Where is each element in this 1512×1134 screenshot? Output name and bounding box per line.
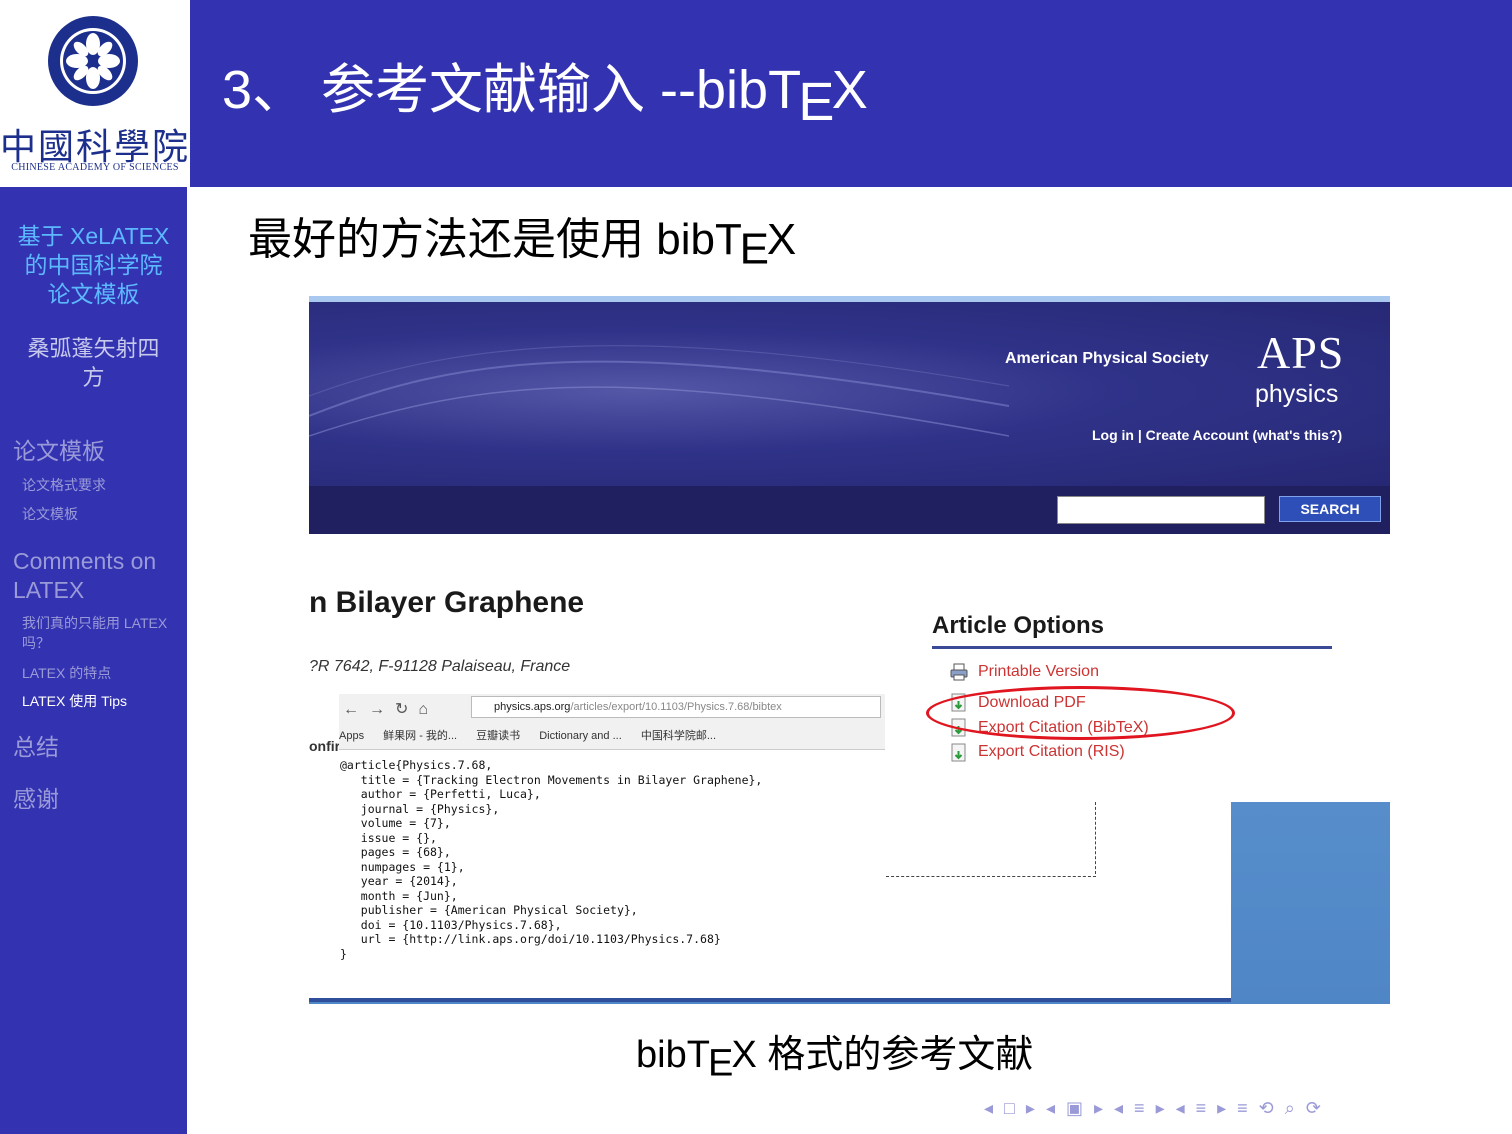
sidebar-title-line: 的中国科学院	[24, 252, 163, 278]
reload-icon[interactable]: ↻	[395, 701, 418, 718]
bookmark-xianguo[interactable]: 鲜果网 - 我的...	[383, 730, 457, 742]
truncated-text: onfir	[309, 738, 341, 754]
sidebar-sub-only-latex[interactable]: 我们真的只能用 LATEX 吗？	[22, 613, 167, 653]
bibtex-entry: @article{Physics.7.68, title = {Tracking…	[340, 758, 763, 961]
article-affiliation: ?R 7642, F-91128 Palaiseau, France	[309, 658, 571, 675]
bookmark-dictionary[interactable]: Dictionary and ...	[539, 730, 622, 742]
aps-banner	[309, 296, 1390, 486]
sidebar-sub-template[interactable]: 论文模板	[22, 504, 78, 524]
banner-swoosh-graphic	[309, 345, 1009, 437]
slide-title-prefix: 3、 参考文献输入 --bibT	[222, 60, 802, 120]
browser-nav-buttons[interactable]: ←→↻⌂	[343, 699, 438, 719]
sidebar-author-line: 桑弧蓬矢射四	[27, 336, 160, 361]
bookmarks-bar: Apps 鲜果网 - 我的... 豆瓣读书 Dictionary and ...…	[339, 724, 885, 748]
sidebar-section-comments[interactable]: Comments on LATEX	[13, 547, 156, 605]
bookmark-douban[interactable]: 豆瓣读书	[476, 730, 520, 742]
sidebar-section-line: Comments on	[13, 548, 157, 574]
address-bar[interactable]: physics.aps.org/articles/export/10.1103/…	[471, 696, 881, 718]
beamer-navigation-icons[interactable]: ◂ □ ▸ ◂ ▣ ▸ ◂ ≡ ▸ ◂ ≡ ▸ ≡ ⟲ ⌕ ⟳	[984, 1098, 1324, 1119]
article-options-title: Article Options	[932, 612, 1105, 639]
caption-prefix: bibT	[636, 1034, 710, 1076]
figure-caption: bibTEX 格式的参考文献	[636, 1030, 1034, 1084]
aps-logo[interactable]: APS	[1257, 326, 1344, 379]
slide-title: 3、 参考文献输入 --bibTEX	[222, 50, 868, 132]
sidebar-section-thanks[interactable]: 感谢	[13, 785, 59, 814]
sidebar-author-line: 方	[82, 365, 105, 390]
export-ris-link[interactable]: Export Citation (RIS)	[978, 743, 1125, 761]
bookmark-apps[interactable]: Apps	[339, 730, 364, 742]
slide-title-x: X	[831, 60, 868, 120]
aps-screenshot: American Physical Society APS physics Lo…	[309, 296, 1390, 1004]
sidebar-section-line: LATEX	[13, 577, 85, 603]
sidebar-sub-line: 吗？	[22, 635, 50, 651]
search-button[interactable]: SEARCH	[1279, 496, 1381, 522]
bookmark-cas-mail[interactable]: 中国科学院邮...	[641, 730, 716, 742]
aps-society-name: American Physical Society	[1005, 350, 1209, 367]
browser-toolbar: ←→↻⌂ physics.aps.org/articles/export/10.…	[339, 694, 885, 750]
dotted-border-vertical	[1095, 802, 1096, 874]
sidebar-author: 桑弧蓬矢射四 方	[0, 334, 187, 392]
dotted-border-horizontal	[886, 876, 1096, 877]
body-e: E	[739, 224, 769, 274]
ris-export-icon	[951, 743, 966, 762]
sidebar-sub-latex-tips[interactable]: LATEX 使用 Tips	[22, 691, 127, 711]
caption-e: E	[708, 1042, 734, 1085]
aps-physics-logo[interactable]: physics	[1255, 380, 1338, 409]
sidebar-sub-format-requirements[interactable]: 论文格式要求	[22, 475, 106, 495]
highlight-circle	[926, 686, 1235, 740]
url-path: /articles/export/10.1103/Physics.7.68/bi…	[570, 701, 782, 713]
bottom-rule	[309, 998, 1231, 1002]
sidebar-title[interactable]: 基于 XeLATEX 的中国科学院 论文模板	[0, 222, 187, 309]
home-icon[interactable]: ⌂	[418, 701, 438, 718]
slide-title-e: E	[798, 71, 835, 132]
back-icon[interactable]: ←	[343, 701, 369, 718]
sidebar-sub-latex-features[interactable]: LATEX 的特点	[22, 663, 111, 683]
sidebar-section-summary[interactable]: 总结	[13, 733, 59, 762]
slide-body-text: 最好的方法还是使用 bibTEX	[248, 210, 797, 274]
cas-seal-icon	[48, 16, 138, 106]
banner-top-edge	[309, 296, 1390, 302]
article-options-rule	[932, 646, 1332, 649]
caption-suffix: X 格式的参考文献	[731, 1034, 1034, 1076]
sidebar-sub-line: 我们真的只能用 LATEX	[22, 615, 168, 631]
forward-icon[interactable]: →	[369, 701, 395, 718]
logo-box: 中國科學院 CHINESE ACADEMY OF SCIENCES	[0, 0, 190, 187]
cas-logo-english: CHINESE ACADEMY OF SCIENCES	[11, 162, 179, 173]
url-host: physics.aps.org	[494, 701, 571, 713]
sidebar-section-thesis-template[interactable]: 论文模板	[13, 437, 105, 466]
printable-version-link[interactable]: Printable Version	[978, 663, 1099, 681]
body-x: X	[766, 215, 797, 264]
sidebar-title-line: 基于 XeLATEX	[17, 223, 170, 249]
aps-account-links[interactable]: Log in | Create Account (what's this?)	[1092, 427, 1342, 443]
sidebar-title-line: 论文模板	[47, 281, 140, 307]
body-prefix: 最好的方法还是使用 bibT	[248, 215, 742, 264]
article-title: n Bilayer Graphene	[309, 586, 585, 619]
search-input[interactable]	[1057, 496, 1265, 524]
printer-icon	[950, 663, 968, 681]
